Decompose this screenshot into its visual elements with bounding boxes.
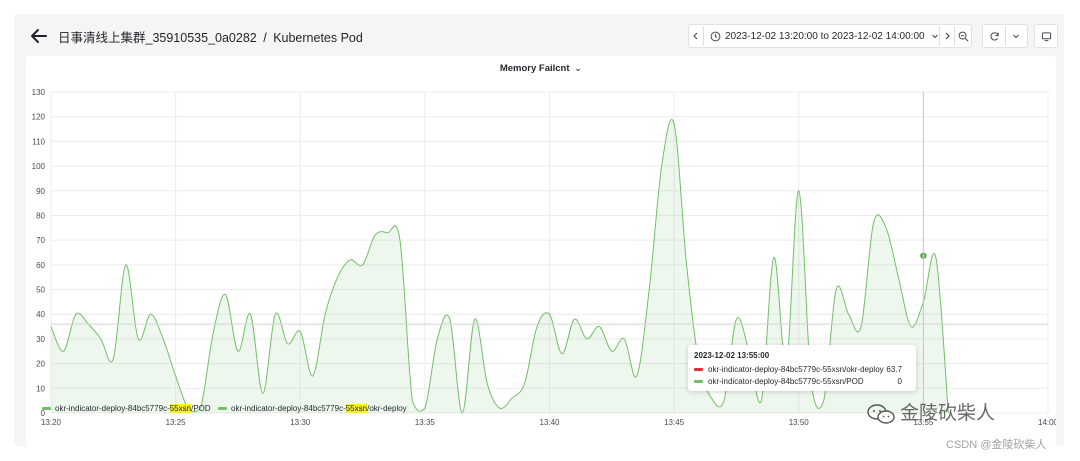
chevron-down-icon (1013, 34, 1019, 39)
chart-panel: Memory Failcnt ⌄ 0 10 20 30 40 50 60 70 80 90 100 1… (26, 56, 1056, 446)
series-swatch (42, 407, 51, 411)
back-button[interactable] (28, 25, 50, 47)
x-tick-label: 13:45 (664, 418, 685, 427)
breadcrumb-separator: / (263, 31, 267, 45)
y-tick-label: 130 (32, 88, 46, 97)
legend-suffix: /POD (191, 404, 211, 413)
x-tick-label: 13:25 (166, 418, 187, 427)
refresh-picker (982, 24, 1028, 48)
watermark-text: 金陵砍柴人 (900, 403, 996, 424)
wechat-icon (867, 404, 895, 424)
tooltip-series-name: okr-indicator-deploy-84bc5779c-55xsn/okr… (708, 365, 884, 374)
view-mode-picker (1034, 24, 1058, 48)
zoom-out-icon (958, 31, 968, 41)
chevron-right-icon (945, 32, 950, 40)
arrow-left-icon (31, 29, 47, 43)
zoom-out-button[interactable] (955, 26, 971, 46)
y-tick-label: 10 (36, 384, 45, 393)
refresh-interval-button[interactable] (1006, 26, 1026, 46)
tooltip-row: okr-indicator-deploy-84bc5779c-55xsn/POD… (694, 377, 910, 387)
legend-highlight: 55xsn (345, 404, 368, 413)
tooltip-time: 2023-12-02 13:55:00 (694, 351, 770, 360)
legend-item-pod[interactable]: okr-indicator-deploy-84bc5779c-55xsn/POD (42, 404, 211, 416)
tooltip-row: okr-indicator-deploy-84bc5779c-55xsn/okr… (694, 365, 910, 375)
legend-item-okr-deploy[interactable]: okr-indicator-deploy-84bc5779c-55xsn/okr… (218, 404, 407, 416)
x-tick-label: 13:50 (789, 418, 810, 427)
tooltip-series-value: 63.7 (886, 365, 902, 374)
legend-text: okr-indicator-deploy-84bc5779c-55xsn/okr… (231, 404, 407, 413)
y-tick-label: 100 (32, 162, 46, 171)
x-tick-label: 13:30 (290, 418, 311, 427)
legend-highlight: 55xsn (169, 404, 192, 413)
tooltip-series-name: okr-indicator-deploy-84bc5779c-55xsn/POD (708, 377, 864, 386)
chevron-left-icon (693, 32, 698, 40)
app-frame: 日事清线上集群_35910535_0a0282 / Kubernetes Pod… (14, 14, 1064, 446)
legend-suffix: /okr-deploy (367, 404, 407, 413)
refresh-button[interactable] (983, 26, 1005, 46)
y-tick-label: 40 (36, 310, 45, 319)
x-tick-label: 13:20 (41, 418, 62, 427)
y-tick-label: 80 (36, 211, 45, 220)
series-swatch (218, 407, 227, 411)
resource-type: Kubernetes Pod (273, 31, 363, 45)
watermark: 金陵砍柴人 (866, 398, 995, 425)
legend-prefix: okr-indicator-deploy-84bc5779c- (231, 404, 346, 413)
chevron-down-icon (931, 34, 938, 39)
tooltip-series-value: 0 (897, 377, 902, 386)
y-tick-label: 50 (36, 286, 45, 295)
y-tick-label: 30 (36, 335, 45, 344)
y-tick-label: 70 (36, 236, 45, 245)
x-tick-label: 13:40 (539, 418, 560, 427)
refresh-icon (989, 31, 999, 41)
time-range-button[interactable]: 2023-12-02 13:20:00 to 2023-12-02 14:00:… (704, 26, 939, 46)
time-forward-button[interactable] (940, 26, 954, 46)
y-tick-label: 110 (32, 137, 45, 146)
watermark-caption: CSDN @金陵砍柴人 (946, 439, 1047, 451)
chart-tooltip: 2023-12-02 13:55:00 okr-indicator-deploy… (688, 345, 916, 391)
y-tick-label: 90 (36, 187, 45, 196)
page-title: 日事清线上集群_35910535_0a0282 / Kubernetes Pod (58, 27, 363, 46)
cluster-name: 日事清线上集群_35910535_0a0282 (58, 31, 257, 45)
series-swatch (694, 380, 703, 383)
time-range-picker: 2023-12-02 13:20:00 to 2023-12-02 14:00:… (688, 24, 972, 48)
legend-text: okr-indicator-deploy-84bc5779c-55xsn/POD (55, 404, 211, 413)
time-range-label: 2023-12-02 13:20:00 to 2023-12-02 14:00:… (724, 30, 925, 42)
time-back-button[interactable] (689, 26, 703, 46)
x-tick-label: 14:00 (1038, 418, 1056, 427)
y-tick-label: 20 (36, 360, 45, 369)
y-tick-label: 120 (32, 113, 46, 122)
tv-icon (1041, 31, 1051, 41)
y-tick-label: 60 (36, 261, 45, 270)
clock-icon (710, 31, 721, 41)
legend-prefix: okr-indicator-deploy-84bc5779c- (55, 404, 170, 413)
series-swatch (694, 368, 703, 371)
top-bar: 日事清线上集群_35910535_0a0282 / Kubernetes Pod… (14, 14, 1064, 56)
kiosk-mode-button[interactable] (1035, 26, 1057, 46)
x-tick-label: 13:35 (415, 418, 436, 427)
